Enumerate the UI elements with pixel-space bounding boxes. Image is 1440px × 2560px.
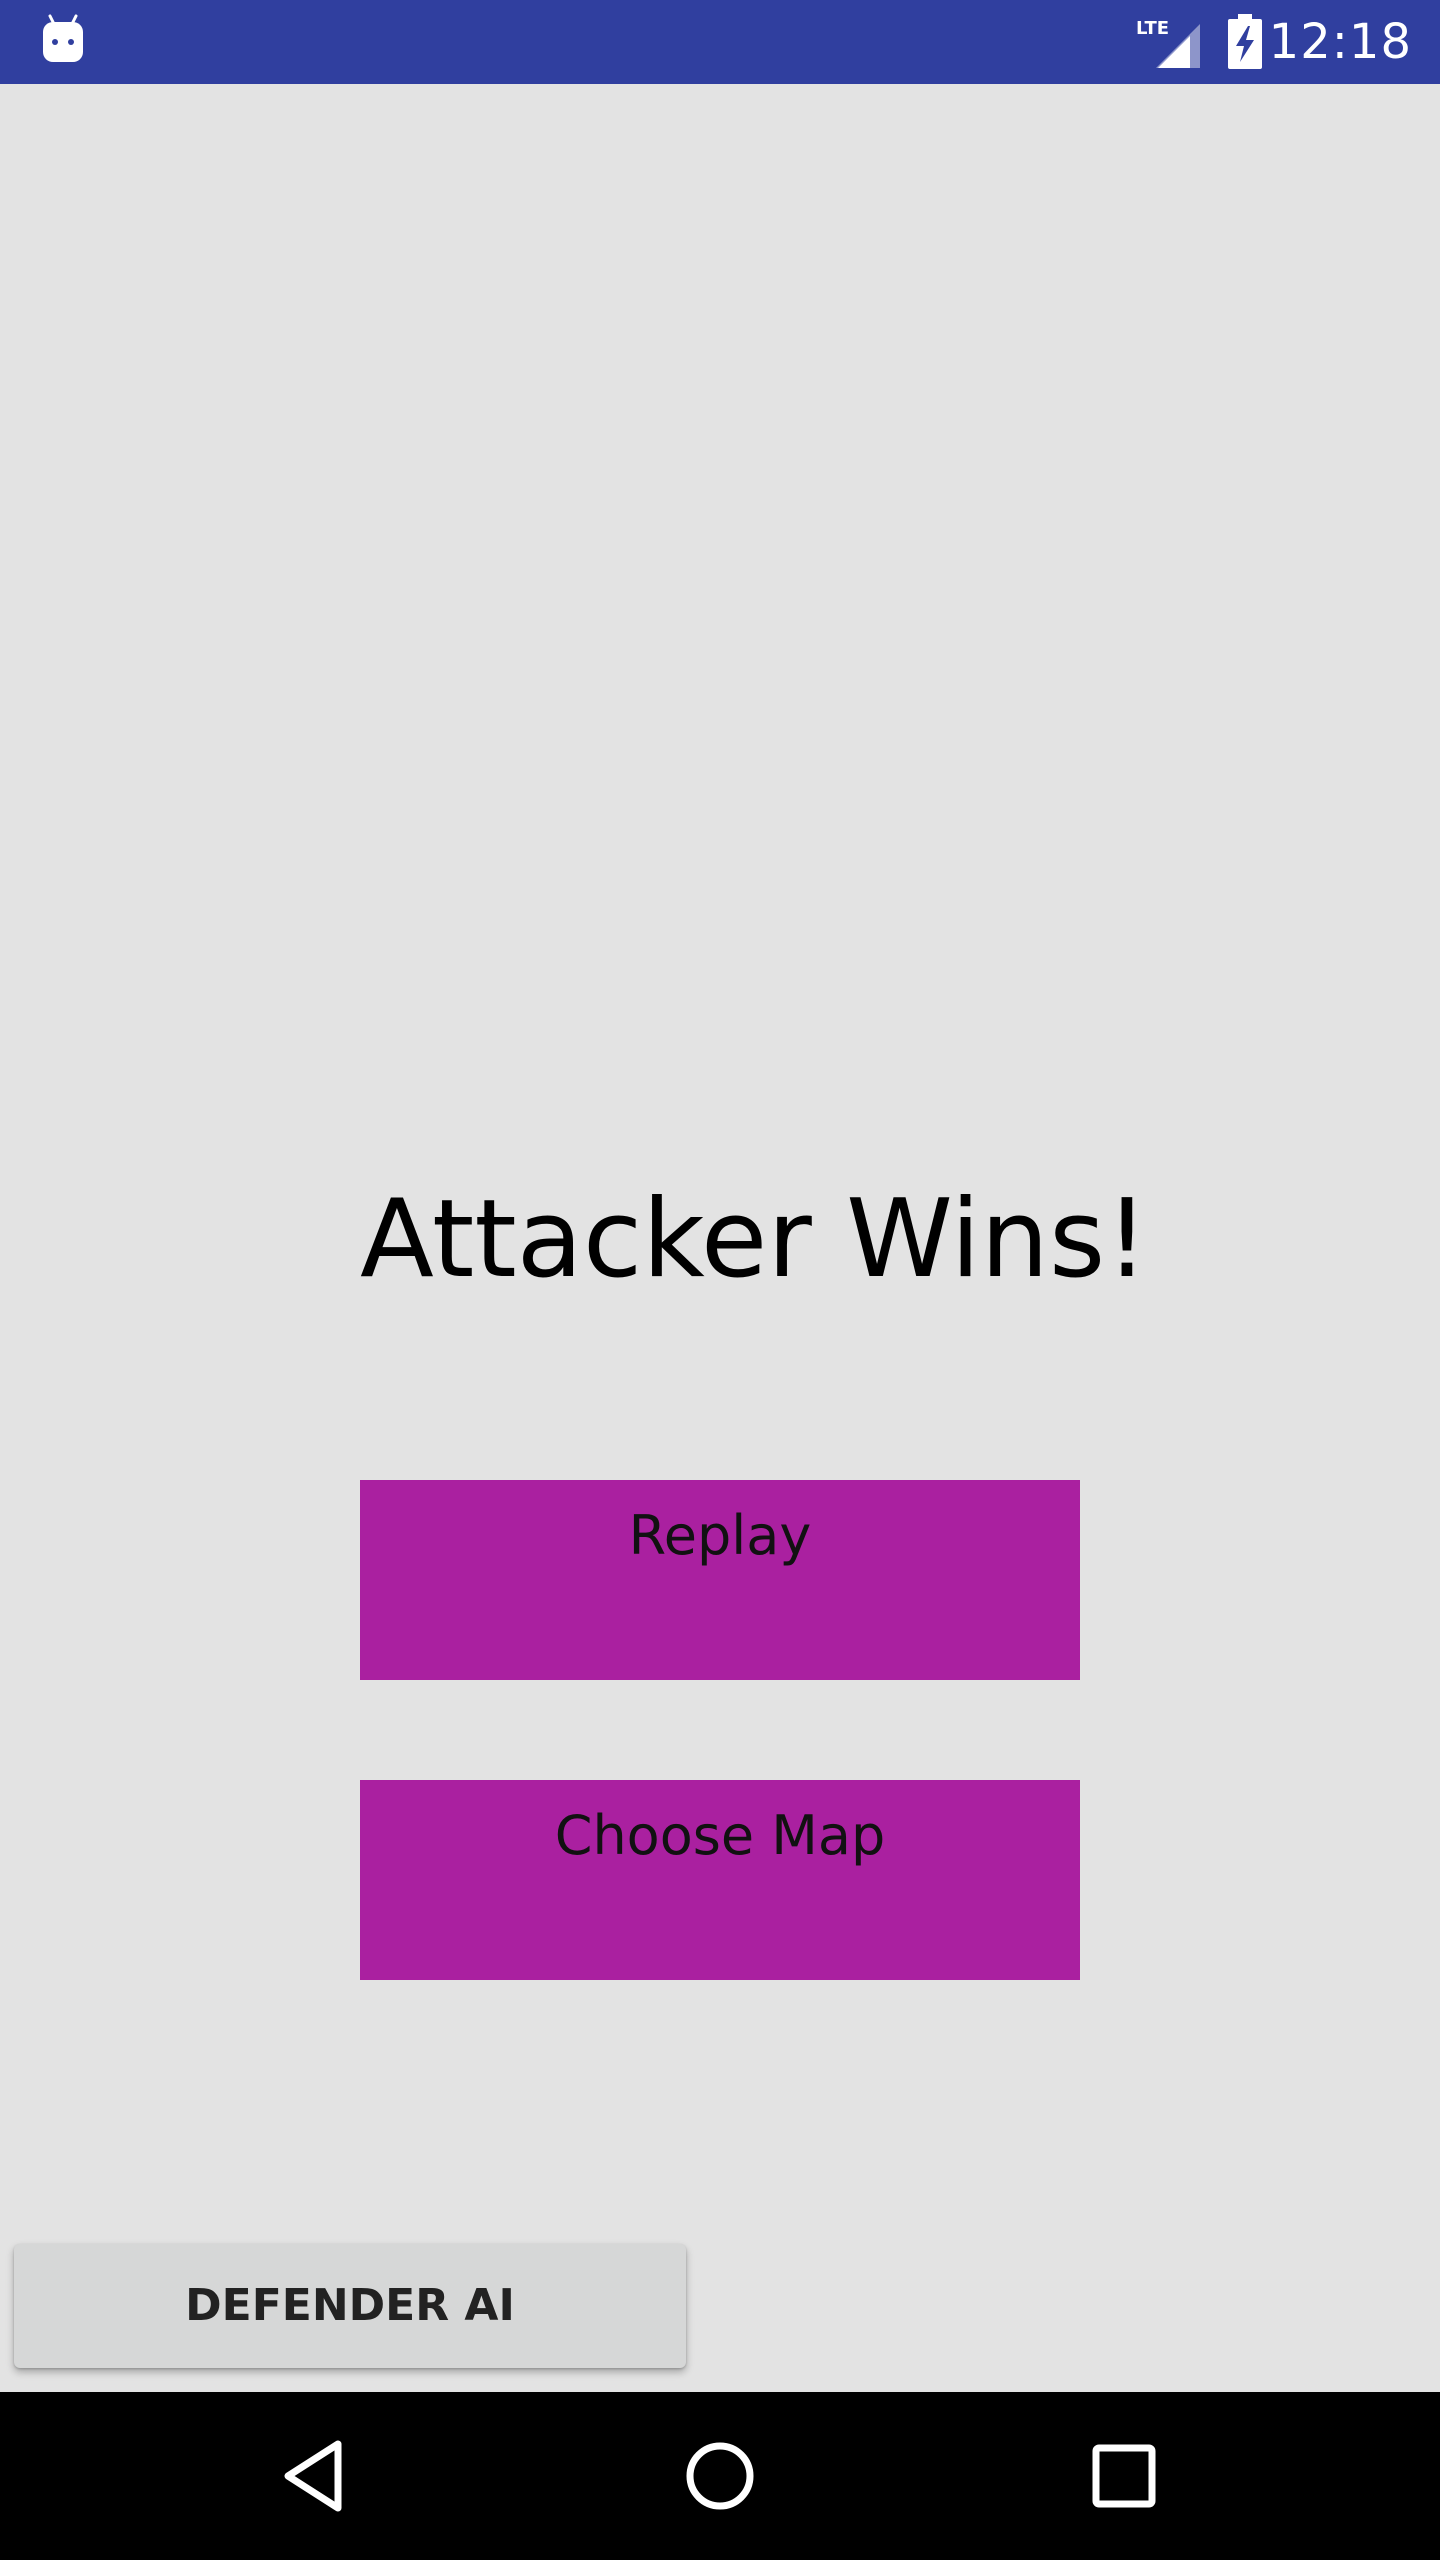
- result-title: Attacker Wins!: [360, 1177, 1149, 1302]
- home-button[interactable]: [670, 2426, 770, 2526]
- status-bar-time: 12:18: [1268, 14, 1412, 70]
- navigation-bar: [0, 2392, 1440, 2560]
- android-icon: [40, 14, 86, 64]
- choose-map-button-label: Choose Map: [554, 1804, 886, 1867]
- replay-button-label: Replay: [628, 1504, 812, 1567]
- recents-button[interactable]: [1074, 2426, 1174, 2526]
- back-button[interactable]: [266, 2426, 366, 2526]
- battery-charging-icon: [1226, 14, 1264, 70]
- defender-ai-button-label: DEFENDER AI: [185, 2280, 515, 2331]
- lte-label: LTE: [1136, 18, 1169, 39]
- home-icon: [686, 2442, 754, 2510]
- recents-icon: [1092, 2444, 1156, 2508]
- status-bar: LTE 12:18: [0, 0, 1440, 84]
- choose-map-button[interactable]: Choose Map: [360, 1780, 1080, 1980]
- defender-ai-button[interactable]: DEFENDER AI: [14, 2244, 686, 2368]
- replay-button[interactable]: Replay: [360, 1480, 1080, 1680]
- back-icon: [284, 2440, 342, 2512]
- lte-signal-icon: LTE: [1134, 14, 1200, 70]
